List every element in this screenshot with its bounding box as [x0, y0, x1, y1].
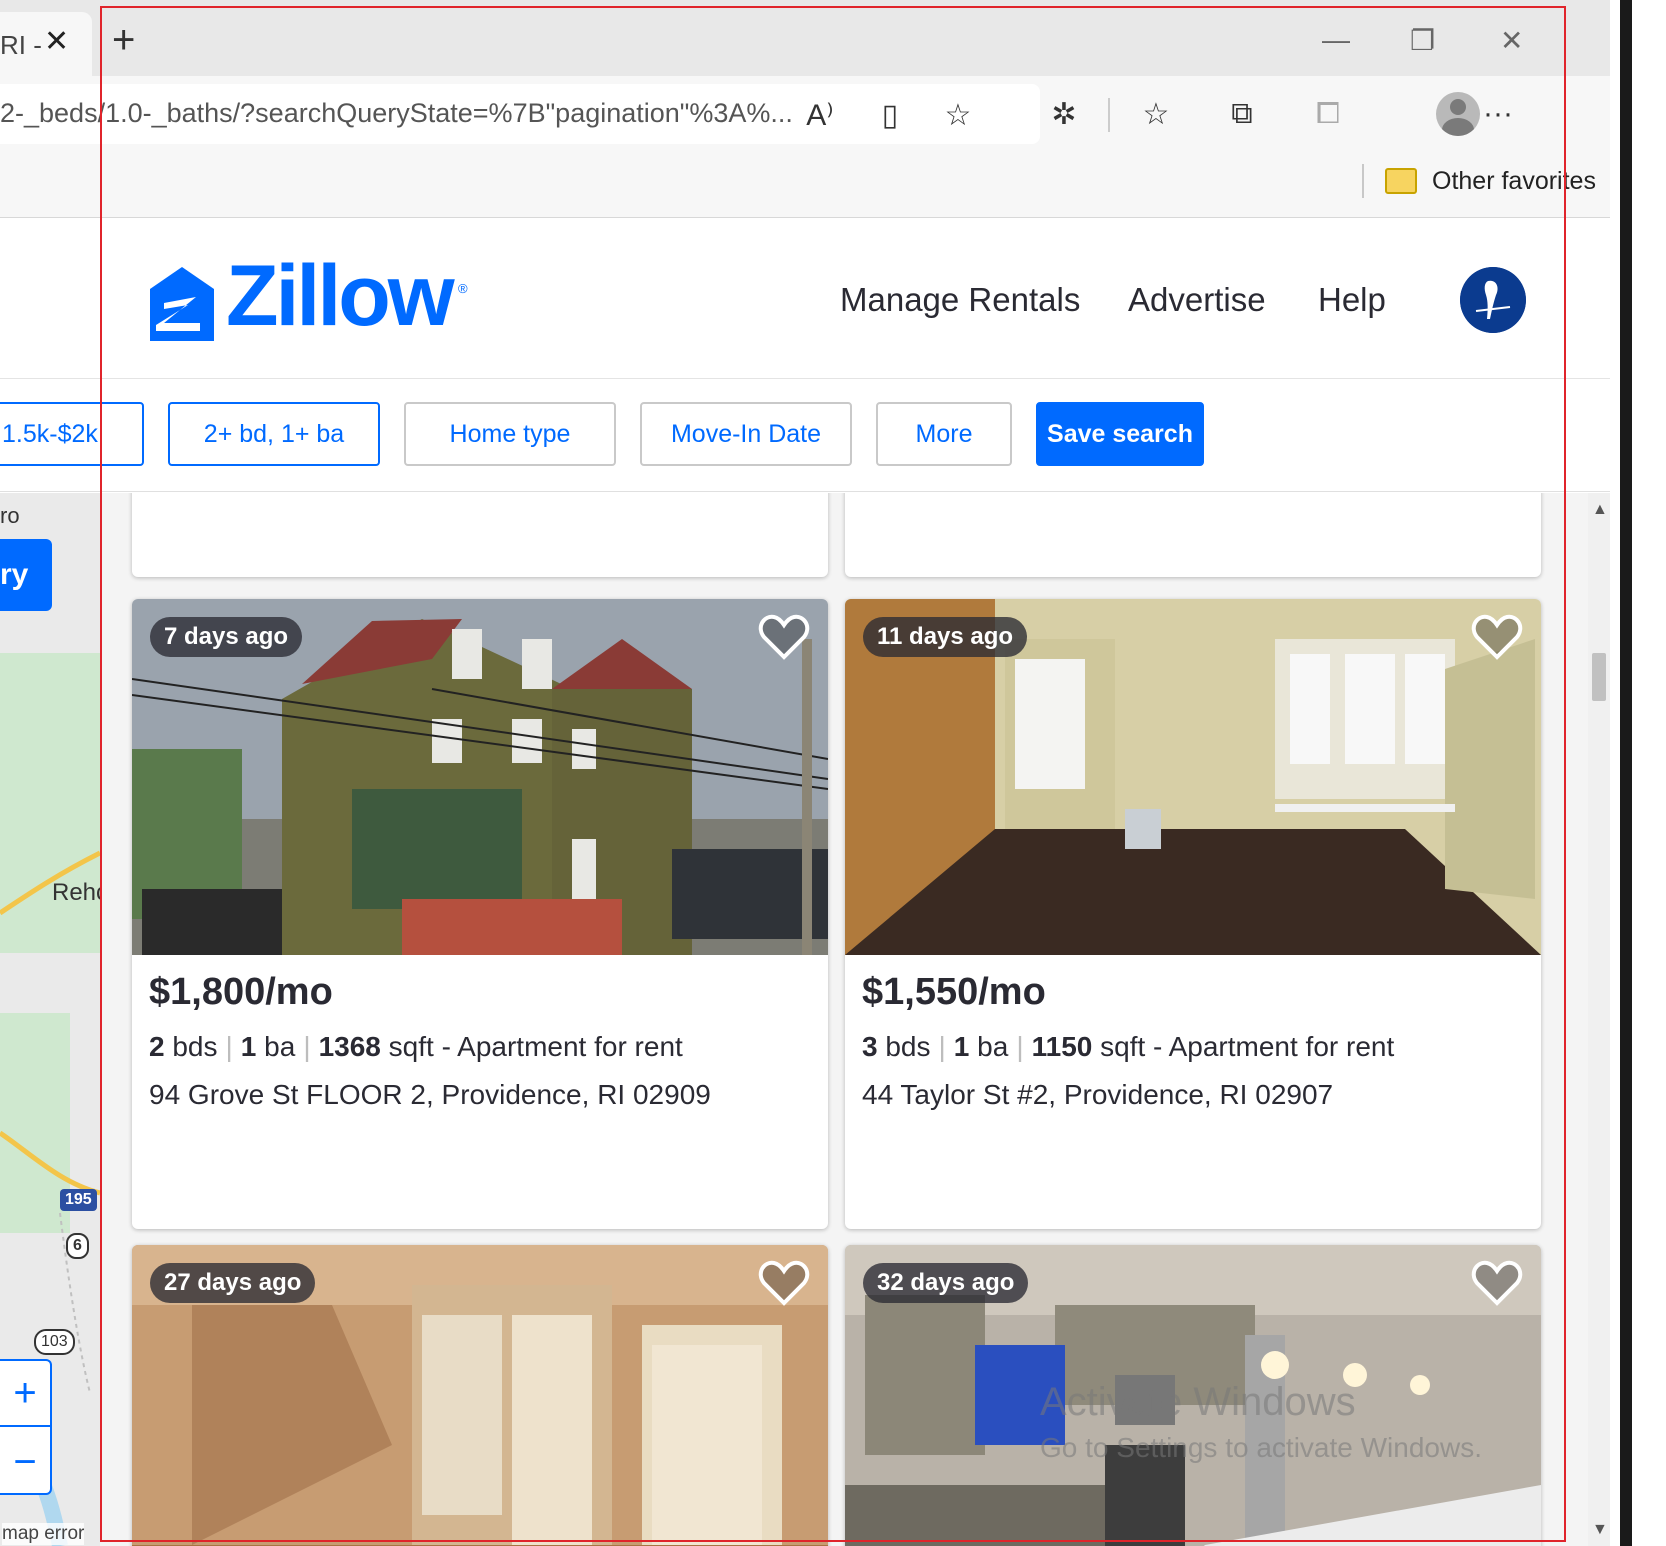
zillow-logo-text[interactable]: Zillow — [226, 253, 455, 339]
toolbar-divider — [1108, 98, 1110, 132]
folder-icon[interactable] — [1385, 168, 1417, 194]
listing-age-badge: 7 days ago — [150, 617, 303, 657]
tab-close-icon[interactable]: ✕ — [44, 24, 69, 59]
listing-age-badge: 32 days ago — [863, 1263, 1029, 1303]
details-separator: | — [303, 1031, 311, 1062]
move-in-date-filter-button[interactable]: Move-In Date — [640, 402, 852, 466]
user-avatar[interactable] — [1460, 267, 1526, 333]
scroll-down-icon[interactable]: ▼ — [1592, 1521, 1608, 1539]
site-header: Zillow ® Manage Rentals Advertise Help — [0, 219, 1610, 379]
beds-count: 2 — [149, 1031, 165, 1062]
address-bar[interactable]: 2-_beds/1.0-_baths/?searchQueryState=%7B… — [0, 84, 1040, 144]
browser-tab-bar: RI - ✕ + — ❐ ✕ — [0, 0, 1610, 88]
minimize-icon[interactable]: — — [1322, 24, 1350, 56]
extensions-icon[interactable]: ✲ — [1042, 92, 1086, 136]
nav-help[interactable]: Help — [1318, 281, 1386, 319]
more-filters-button[interactable]: More — [876, 402, 1012, 466]
more-options-icon[interactable]: ··· — [1476, 92, 1520, 136]
details-separator: | — [1016, 1031, 1024, 1062]
route-6-shield: 6 — [66, 1233, 89, 1259]
listing-age-badge: 27 days ago — [150, 1263, 316, 1303]
zoom-in-button[interactable]: + — [0, 1361, 50, 1427]
map-action-button-label: ry — [0, 558, 29, 591]
listing-price: $1,550/mo — [862, 971, 1046, 1013]
listing-price: $1,800/mo — [149, 971, 333, 1013]
route-103-shield: 103 — [34, 1329, 75, 1355]
restore-icon[interactable]: ❐ — [1410, 24, 1435, 57]
listing-card[interactable] — [132, 493, 828, 577]
save-heart-icon[interactable] — [1471, 1259, 1523, 1307]
listing-card[interactable]: 32 days ago — [845, 1245, 1541, 1546]
listing-address[interactable]: 94 Grove St FLOOR 2, Providence, RI 0290… — [149, 1079, 711, 1111]
map-place-label: ro — [0, 503, 20, 528]
map-place-label: Rehc — [52, 879, 100, 906]
highway-195-shield: 195 — [60, 1189, 97, 1211]
browser-toolbar: 2-_beds/1.0-_baths/?searchQueryState=%7B… — [0, 76, 1610, 156]
results-scrollbar[interactable]: ▲ ▼ — [1588, 493, 1610, 1546]
tab-title: RI - — [0, 30, 42, 60]
add-favorite-icon[interactable]: ☆ — [938, 98, 978, 132]
map-error-link[interactable]: map error — [2, 1523, 85, 1545]
zoom-out-button[interactable]: − — [0, 1429, 50, 1495]
listing-card[interactable] — [845, 493, 1541, 577]
filter-bar: 1.5k-$2k 2+ bd, 1+ ba Home type Move-In … — [0, 380, 1610, 492]
home-type-filter-button[interactable]: Home type — [404, 402, 616, 466]
favorites-bar: Other favorites — [0, 156, 1610, 218]
window-edge — [1620, 0, 1632, 1546]
save-heart-icon[interactable] — [758, 1259, 810, 1307]
map-zoom-control: + − — [0, 1359, 52, 1495]
listing-age-badge: 11 days ago — [863, 617, 1028, 657]
beds-unit: bds — [885, 1031, 931, 1062]
collections-icon[interactable]: ⧉ — [1220, 92, 1264, 136]
listing-card[interactable]: 11 days ago $1,550/mo 3 bds | 1 ba | 1150 sq… — [845, 599, 1541, 1229]
map-action-button[interactable]: ry — [0, 539, 52, 611]
sqft-count: 1150 — [1031, 1031, 1093, 1062]
new-tab-icon[interactable]: + — [112, 20, 135, 60]
zillow-logo-icon[interactable] — [150, 267, 214, 341]
map-panel[interactable]: ro ry Rehc 195 6 103 + − map error — [0, 493, 100, 1546]
baths-count: 1 — [953, 1031, 970, 1062]
scroll-up-icon[interactable]: ▲ — [1592, 501, 1608, 519]
listing-address[interactable]: 44 Taylor St #2, Providence, RI 02907 — [862, 1079, 1333, 1111]
beds-count: 3 — [862, 1031, 878, 1062]
other-favorites-link[interactable]: Other favorites — [1432, 167, 1596, 196]
address-url[interactable]: 2-_beds/1.0-_baths/?searchQueryState=%7B… — [0, 98, 793, 129]
listing-results: 7 days ago $1,800/mo 2 bds | 1 ba | 1368 sqf… — [100, 493, 1610, 1546]
save-search-button[interactable]: Save search — [1036, 402, 1204, 466]
close-window-icon[interactable]: ✕ — [1500, 24, 1523, 57]
beds-unit: bds — [172, 1031, 218, 1062]
scroll-thumb[interactable] — [1592, 653, 1606, 701]
details-separator: | — [938, 1031, 946, 1062]
price-filter-button[interactable]: 1.5k-$2k — [0, 402, 144, 466]
listing-card[interactable]: 27 days ago — [132, 1245, 828, 1546]
share-icon[interactable]: ⧠ — [1306, 92, 1350, 136]
details-separator: | — [225, 1031, 233, 1062]
listing-card[interactable]: 7 days ago $1,800/mo 2 bds | 1 ba | 1368 sqf… — [132, 599, 828, 1229]
sqft-unit: sqft - Apartment for rent — [388, 1031, 683, 1062]
sqft-unit: sqft - Apartment for rent — [1100, 1031, 1395, 1062]
immersive-reader-icon[interactable]: ▯ — [870, 98, 910, 132]
save-heart-icon[interactable] — [1471, 613, 1523, 661]
favorites-divider — [1362, 164, 1364, 198]
sqft-count: 1368 — [318, 1031, 381, 1062]
beds-baths-filter-button[interactable]: 2+ bd, 1+ ba — [168, 402, 380, 466]
baths-count: 1 — [240, 1031, 257, 1062]
baths-unit: ba — [977, 1031, 1009, 1062]
listing-details: 2 bds | 1 ba | 1368 sqft - Apartment for ren… — [149, 1031, 683, 1063]
registered-mark: ® — [458, 281, 468, 296]
listing-details: 3 bds | 1 ba | 1150 sqft - Apartment for ren… — [862, 1031, 1394, 1063]
baths-unit: ba — [264, 1031, 296, 1062]
browser-profile-avatar[interactable] — [1436, 92, 1480, 136]
nav-advertise[interactable]: Advertise — [1128, 281, 1266, 319]
save-heart-icon[interactable] — [758, 613, 810, 661]
read-aloud-icon[interactable]: A⁾ — [800, 98, 840, 132]
nav-manage-rentals[interactable]: Manage Rentals — [840, 281, 1080, 319]
favorites-icon[interactable]: ☆ — [1134, 92, 1178, 136]
